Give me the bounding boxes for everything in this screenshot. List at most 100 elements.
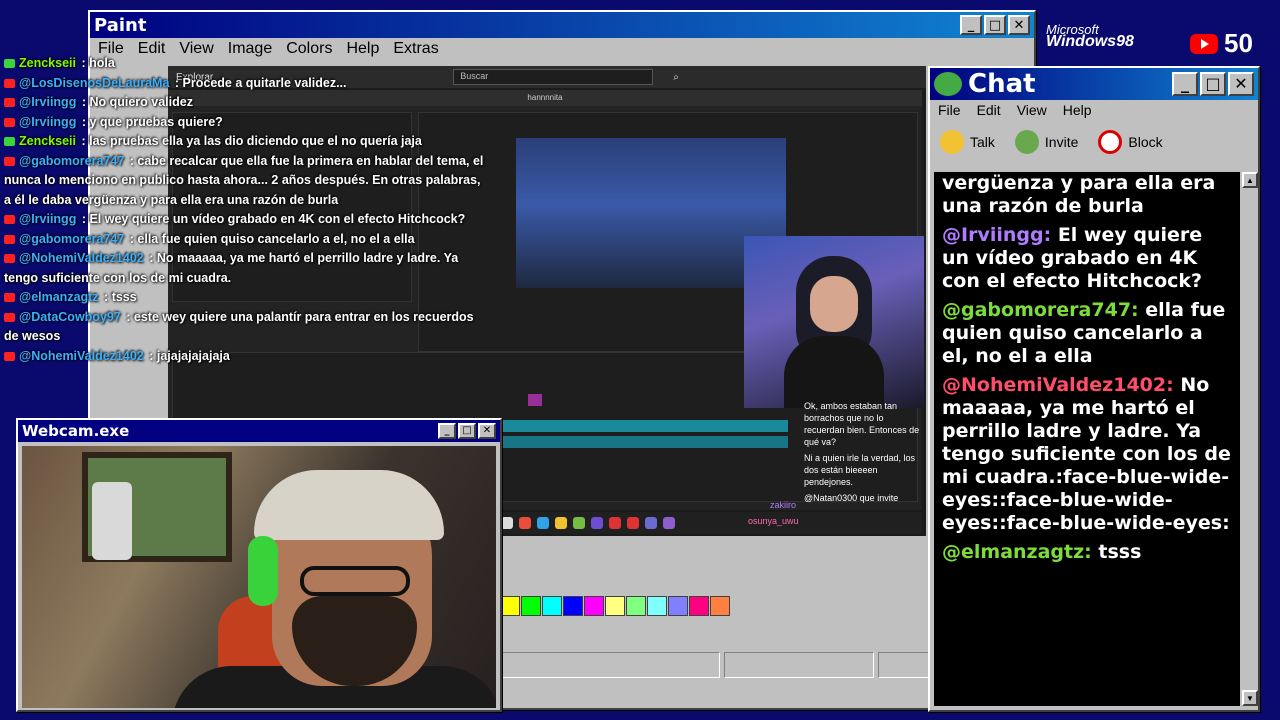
headset-icon [248,536,278,606]
color-palette[interactable] [500,596,730,616]
separator: : [126,231,138,246]
windows98-logo: Microsoft Windows98 [1046,22,1134,51]
overlay-chat-line: @elmanzagtz : tsss [0,288,490,308]
overlay-chat-user: @LosDisenosDeLauraMa [19,75,170,90]
chat-menubar: File Edit View Help [930,100,1258,120]
kick-icon [4,137,15,147]
timeline-track [498,420,788,432]
overlay-chat-line: @gabomorera747 : cabe recalcar que ella … [0,152,490,211]
chat-message: @gabomorera747: ella fue quien quiso can… [942,299,1232,368]
overlay-chat-text: No quiero validez [89,95,193,109]
separator: : [145,251,157,265]
youtube-icon [4,234,15,244]
palette-color-swatch[interactable] [563,596,583,616]
overlay-chat-text: hola [89,56,115,70]
chat-message-user: @gabomorera747: [942,299,1139,321]
palette-color-swatch[interactable] [521,596,541,616]
youtube-icon [4,156,15,166]
palette-color-swatch[interactable] [626,596,646,616]
overlay-chat-user: @elmanzagtz [19,290,99,304]
separator: : [100,290,112,304]
search-icon[interactable]: ⌕ [673,72,679,83]
streamer-chat-msg: Ni a quien irle la verdad, los dos están… [804,453,916,487]
chat-messages[interactable]: vergüenza y para ella era una razón de b… [934,172,1240,706]
talk-icon [940,130,964,154]
chat-message-user: @Irviingg: [942,224,1052,246]
soda-can [92,482,132,560]
scroll-up-button[interactable]: ▲ [1242,172,1258,188]
palette-color-swatch[interactable] [710,596,730,616]
palette-color-swatch[interactable] [500,596,520,616]
block-button[interactable]: Block [1098,130,1163,154]
chat-message-text: No maaaaa, ya me hartó el perrillo ladre… [942,374,1231,534]
overlay-chat-text: tsss [111,290,137,304]
talk-button[interactable]: Talk [940,130,995,154]
person-cap [254,470,444,540]
maximize-button[interactable]: □ [458,423,476,439]
overlay-chat-line: @NohemiValdez1402 : jajajajajajaja [0,347,490,367]
chat-message-text: vergüenza y para ella era una razón de b… [942,172,1216,217]
minimize-button[interactable]: _ [438,423,456,439]
streamer-chat: Ok, ambos estaban tan borrachos que no l… [804,400,922,530]
chat-message: @elmanzagtz: tsss [942,541,1232,564]
streamer-chat-user: zakiiro [770,500,797,510]
streamer-chat-msg: @Natan0300 que invite [804,493,899,503]
chat-message-user: @elmanzagtz: [942,541,1092,563]
youtube-icon [1190,33,1218,54]
minimize-button[interactable]: _ [1172,72,1198,96]
maximize-button[interactable]: □ [984,15,1006,35]
chat-message-user: @NohemiValdez1402: [942,374,1174,396]
minimize-button[interactable]: _ [960,15,982,35]
webcam-window: Webcam.exe _ □ ✕ [16,418,502,712]
menu-edit[interactable]: Edit [977,102,1001,118]
windows98-label: Windows98 [1046,33,1134,50]
invite-icon [1014,130,1039,154]
webcam-titlebar[interactable]: Webcam.exe _ □ ✕ [18,420,500,442]
close-button[interactable]: ✕ [1228,72,1254,96]
overlay-chat-user: @gabomorera747 [19,153,125,168]
youtube-icon [4,312,15,322]
palette-color-swatch[interactable] [689,596,709,616]
palette-color-swatch[interactable] [542,596,562,616]
scroll-down-button[interactable]: ▼ [1242,690,1258,706]
youtube-icon [4,254,15,264]
menu-help[interactable]: Help [1063,102,1092,118]
separator: : [145,348,157,363]
overlay-chat-user: @Irviingg [19,212,77,226]
webcam-feed [22,446,496,708]
overlay-chat-line: Zenckseii : las pruebas ella ya las dio … [0,132,490,152]
overlay-chat-user: Zenckseii [19,134,76,148]
paint-titlebar[interactable]: Paint _ □ ✕ [90,12,1034,38]
chat-titlebar[interactable]: Chat _ □ ✕ [930,68,1258,100]
streamer-hoodie [784,336,884,408]
streamer-chat-msg: Ok, ambos estaban tan borrachos que no l… [804,401,920,447]
close-button[interactable]: ✕ [478,423,496,439]
chat-toolbar: Talk Invite Block [930,120,1258,164]
overlay-chat-text: El wey quiere un vídeo grabado en 4K con… [89,212,466,226]
palette-color-swatch[interactable] [584,596,604,616]
palette-color-swatch[interactable] [647,596,667,616]
youtube-viewer-badge: 50 [1190,28,1253,59]
overlay-chat-line: @Irviingg : y que pruebas quiere? [0,113,490,133]
close-button[interactable]: ✕ [1008,15,1030,35]
maximize-button[interactable]: □ [1200,72,1226,96]
overlay-chat-line: Zenckseii : hola [0,54,490,74]
separator: : [78,114,90,129]
overlay-chat-text: ella fue quien quiso cancelarlo a el, no… [137,231,415,246]
palette-color-swatch[interactable] [668,596,688,616]
streamer-webcam [744,236,924,408]
chat-message: @NohemiValdez1402: No maaaaa, ya me hart… [942,374,1232,535]
viewer-count: 50 [1224,28,1253,58]
chat-scrollbar[interactable]: ▲ ▼ [1242,172,1258,706]
timeline-track [498,436,788,448]
separator: : [78,95,90,109]
invite-button[interactable]: Invite [1014,130,1078,154]
chat-window: Chat _ □ ✕ File Edit View Help Talk Invi… [928,66,1260,712]
palette-color-swatch[interactable] [605,596,625,616]
menu-file[interactable]: File [938,102,961,118]
youtube-icon [4,215,15,225]
overlay-chat-line: @gabomorera747 : ella fue quien quiso ca… [0,230,490,250]
overlay-chat-text: Procede a quitarle validez... [182,75,347,90]
menu-view[interactable]: View [1017,102,1047,118]
paint-title: Paint [94,14,147,36]
